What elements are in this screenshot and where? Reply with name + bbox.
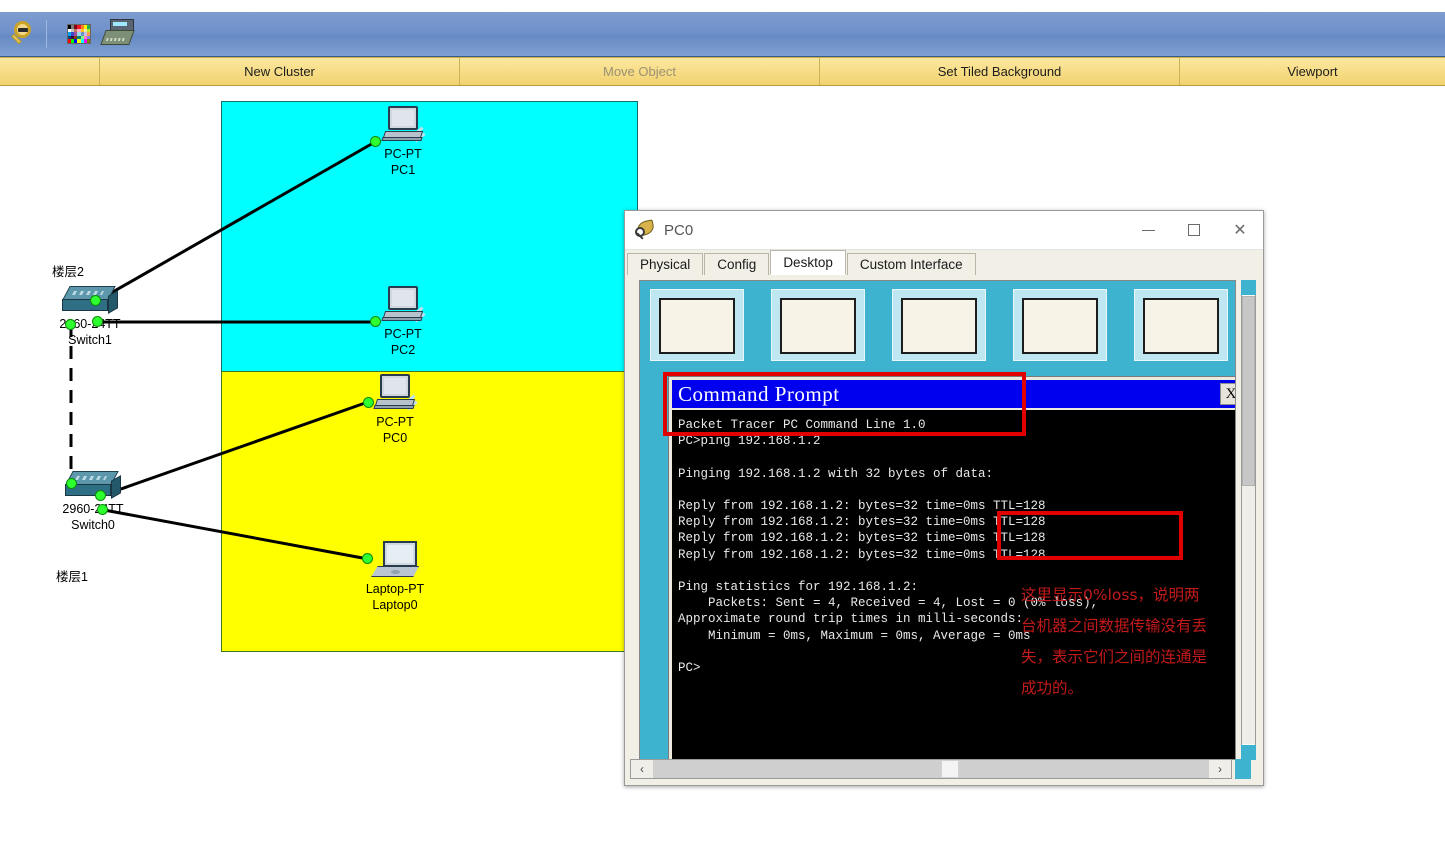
- window-titlebar: PC0 ✕: [625, 211, 1263, 250]
- maximize-button[interactable]: [1171, 211, 1217, 249]
- device-name-label: Switch1: [68, 333, 112, 347]
- annotation-note-text: 这里显示0%loss，说明两台机器之间数据传输没有丢失，表示它们之间的连通是成功…: [1021, 586, 1208, 697]
- switch-device-icon: [100, 19, 136, 49]
- main-toolbar: [0, 12, 1445, 57]
- device-model-label: PC-PT: [384, 327, 422, 341]
- vertical-scroll-thumb[interactable]: [1242, 296, 1255, 486]
- annotation-box-loss: [997, 511, 1183, 560]
- link-status-dot: [97, 504, 108, 515]
- link-status-dot: [363, 397, 374, 408]
- scroll-left-arrow-icon[interactable]: ‹: [631, 760, 653, 778]
- command-prompt-close-button[interactable]: X: [1220, 383, 1235, 405]
- pc-icon: [381, 286, 426, 326]
- palette-button[interactable]: [62, 17, 96, 51]
- device-name-label: PC2: [390, 343, 416, 357]
- scroll-corner-bottom: [1241, 745, 1256, 760]
- device-model-label: 2960-24TT: [59, 317, 121, 331]
- packet-tracer-icon: [635, 219, 656, 240]
- horizontal-scrollbar[interactable]: ‹ ›: [630, 759, 1232, 779]
- link-status-dot: [92, 316, 103, 327]
- link-status-dot: [362, 553, 373, 564]
- zoom-out-button[interactable]: [6, 17, 40, 51]
- device-name-label: PC1: [390, 163, 416, 177]
- device-button[interactable]: [100, 17, 136, 51]
- menu-set-tiled-background[interactable]: Set Tiled Background: [820, 58, 1180, 85]
- desktop-icon-tile[interactable]: [771, 289, 865, 361]
- link-status-dot: [65, 319, 76, 330]
- menu-move-object[interactable]: Move Object: [460, 58, 820, 85]
- horizontal-scroll-thumb[interactable]: [941, 760, 959, 778]
- device-switch0[interactable]: 2960-24TT Switch0: [38, 471, 148, 533]
- link-status-dot: [66, 478, 77, 489]
- device-model-label: PC-PT: [384, 147, 422, 161]
- device-model-label: Laptop-PT: [365, 582, 425, 596]
- vertical-scrollbar[interactable]: ˄ ˅: [1241, 280, 1256, 760]
- desktop-icon-tile[interactable]: [892, 289, 986, 361]
- pc-icon: [381, 106, 426, 146]
- window-title: PC0: [664, 221, 694, 239]
- link-status-dot: [370, 316, 381, 327]
- device-name-label: Switch0: [71, 518, 115, 532]
- window-controls: ✕: [1125, 211, 1263, 249]
- vertical-scroll-track[interactable]: [1242, 296, 1255, 746]
- device-laptop0[interactable]: Laptop-PT Laptop0: [345, 541, 445, 613]
- tab-config[interactable]: Config: [704, 253, 770, 275]
- tab-physical[interactable]: Physical: [627, 253, 704, 275]
- tab-custom-interface[interactable]: Custom Interface: [846, 253, 976, 275]
- laptop-icon: [369, 541, 421, 581]
- scroll-right-arrow-icon[interactable]: ›: [1209, 760, 1231, 778]
- scroll-corner-right: [1235, 759, 1251, 779]
- tab-desktop[interactable]: Desktop: [770, 250, 846, 275]
- floor-label-1: 楼层1: [56, 570, 88, 584]
- minimize-button[interactable]: [1125, 211, 1171, 249]
- device-switch1[interactable]: 2960-24TT Switch1: [35, 286, 145, 348]
- device-name-label: Laptop0: [372, 598, 418, 612]
- link-status-dot: [370, 136, 381, 147]
- close-button[interactable]: ✕: [1217, 211, 1263, 249]
- horizontal-scroll-track[interactable]: [653, 760, 1209, 778]
- desktop-icon-tile[interactable]: [1134, 289, 1228, 361]
- menu-new-cluster[interactable]: New Cluster: [100, 58, 460, 85]
- device-model-label: PC-PT: [376, 415, 414, 429]
- menu-viewport[interactable]: Viewport: [1180, 58, 1445, 85]
- cluster-menu-bar: New Cluster Move Object Set Tiled Backgr…: [0, 57, 1445, 87]
- color-palette-icon: [67, 24, 91, 44]
- floor-label-2: 楼层2: [52, 265, 84, 279]
- device-name-label: PC0: [382, 431, 408, 445]
- link-status-dot: [95, 490, 106, 501]
- device-model-label: 2960-24TT: [62, 502, 124, 516]
- window-tabs: Physical Config Desktop Custom Interface: [625, 250, 1263, 276]
- scroll-corner-top: [1241, 280, 1256, 295]
- pc-icon: [373, 374, 418, 414]
- menu-spacer: [0, 58, 100, 85]
- annotation-box-ping-command: [663, 372, 1026, 436]
- device-pc0[interactable]: PC-PT PC0: [350, 374, 440, 446]
- magnifier-zoom-out-icon: [9, 20, 37, 48]
- toolbar-divider: [46, 20, 47, 48]
- link-status-dot: [90, 295, 101, 306]
- desktop-icon-tile[interactable]: [650, 289, 744, 361]
- desktop-icon-tile[interactable]: [1013, 289, 1107, 361]
